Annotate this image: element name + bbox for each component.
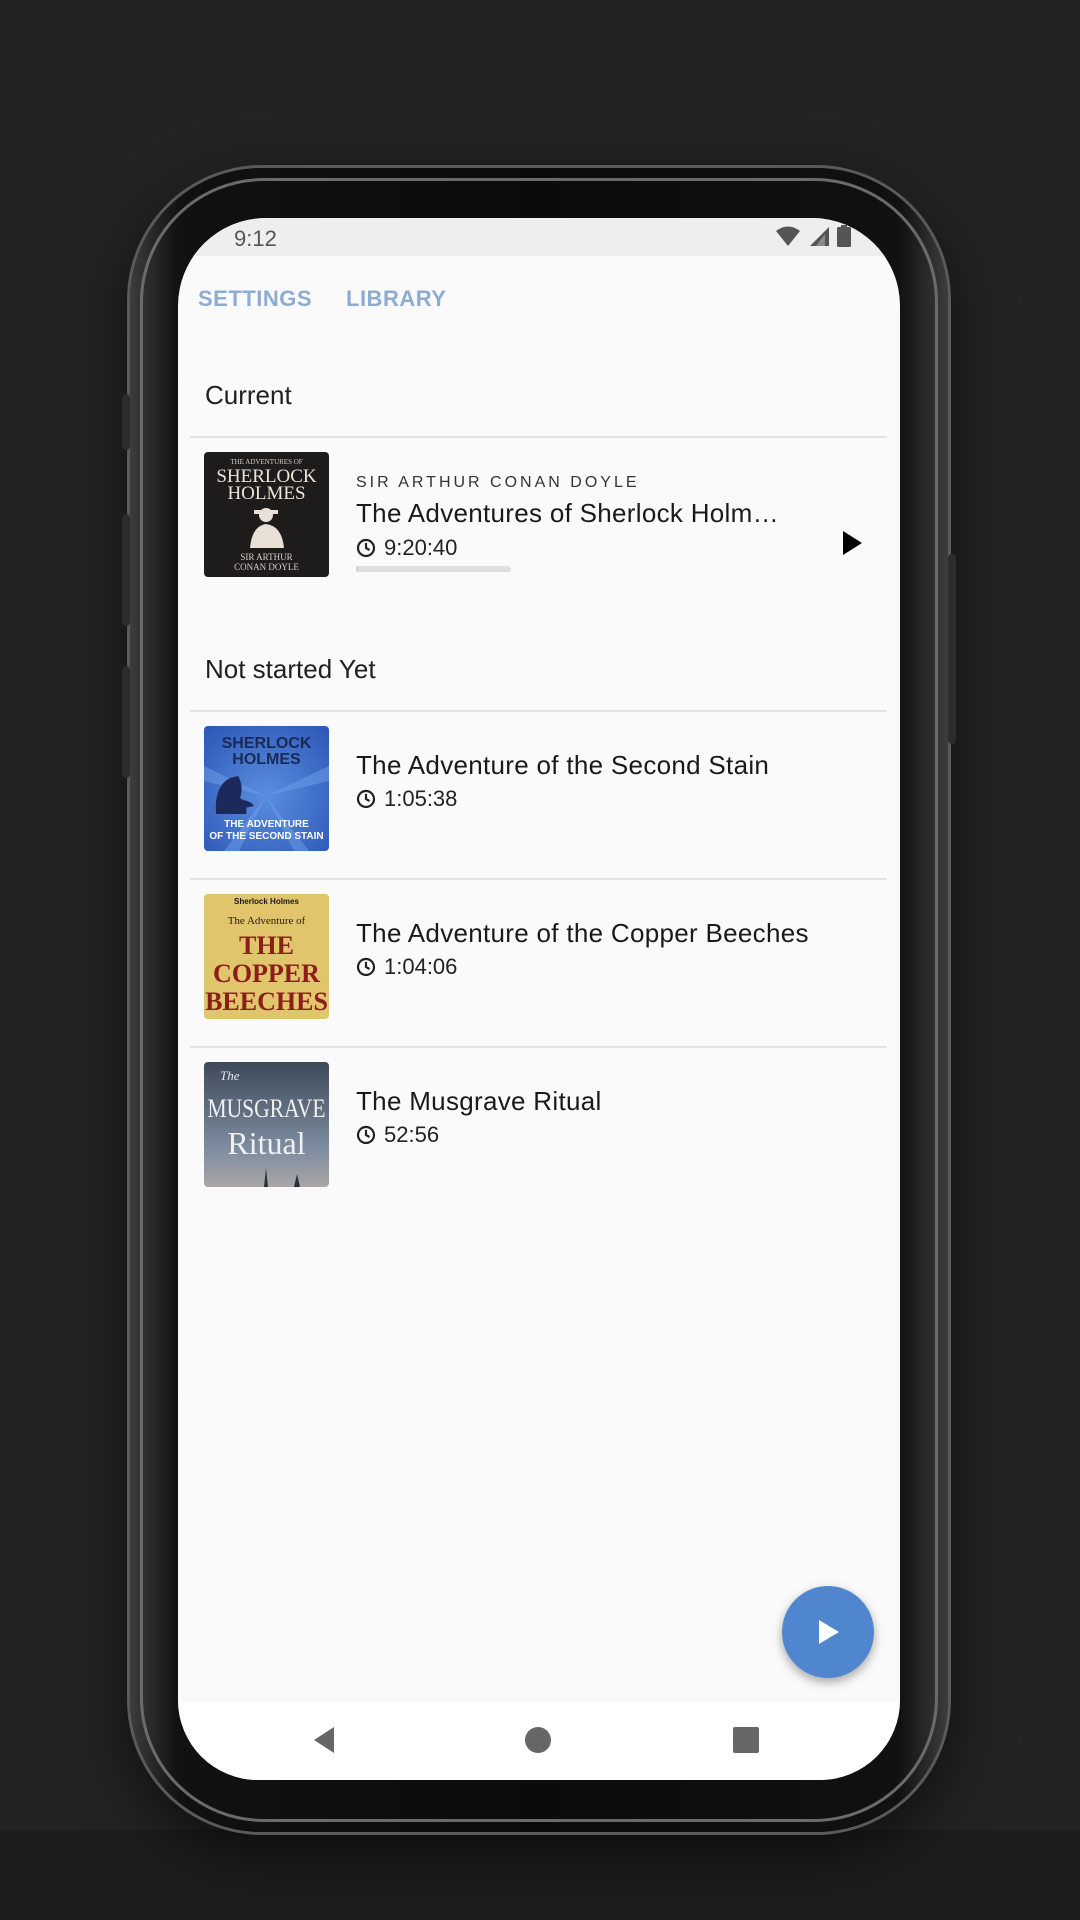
- svg-text:Ritual: Ritual: [227, 1125, 305, 1161]
- play-icon: [819, 1620, 839, 1644]
- section-title-current: Current: [205, 380, 292, 410]
- svg-text:HOLMES: HOLMES: [227, 483, 305, 504]
- page-shade: [0, 1830, 1080, 1920]
- status-time: 9:12: [234, 226, 277, 251]
- svg-text:The: The: [220, 1068, 240, 1083]
- cover-second-stain: SHERLOCK HOLMES THE ADVENTURE OF THE SEC…: [204, 726, 329, 851]
- svg-text:HOLMES: HOLMES: [232, 751, 301, 768]
- svg-text:SIR ARTHUR: SIR ARTHUR: [240, 552, 292, 562]
- svg-text:SHERLOCK: SHERLOCK: [222, 735, 312, 752]
- clock-icon: [356, 538, 376, 558]
- back-icon[interactable]: [306, 1722, 342, 1758]
- clock-icon: [356, 1125, 376, 1145]
- wifi-icon: [776, 226, 801, 246]
- section-title-not-started: Not started Yet: [205, 654, 376, 684]
- book-cover: Sherlock Holmes The Adventure of THE COP…: [204, 894, 329, 1019]
- tab-settings[interactable]: SETTINGS: [198, 286, 312, 312]
- play-fab-button[interactable]: [782, 1586, 874, 1678]
- clock-icon: [356, 957, 376, 977]
- svg-text:CONAN DOYLE: CONAN DOYLE: [234, 562, 299, 572]
- svg-text:MUSGRAVE: MUSGRAVE: [208, 1094, 326, 1123]
- book-title: The Musgrave Ritual: [356, 1086, 602, 1116]
- book-duration: 52:56: [356, 1122, 439, 1148]
- book-duration: 1:04:06: [356, 954, 457, 980]
- book-title: The Adventure of the Copper Beeches: [356, 918, 809, 948]
- svg-text:THE ADVENTURE: THE ADVENTURE: [224, 819, 309, 830]
- home-icon[interactable]: [520, 1722, 556, 1758]
- side-button-right: [948, 554, 956, 744]
- svg-text:Sherlock Holmes: Sherlock Holmes: [234, 897, 299, 906]
- side-button-left-top: [122, 394, 130, 450]
- tab-library[interactable]: LIBRARY: [346, 286, 446, 312]
- book-duration: 9:20:40: [356, 535, 457, 561]
- cover-sherlock-holmes: THE ADVENTURES OF SHERLOCK HOLMES SIR AR…: [204, 452, 329, 577]
- cover-musgrave-ritual: The MUSGRAVE Ritual: [204, 1062, 329, 1187]
- book-row[interactable]: Sherlock Holmes The Adventure of THE COP…: [178, 880, 900, 1048]
- duration-text: 1:04:06: [384, 954, 458, 979]
- play-icon[interactable]: [836, 528, 866, 558]
- book-cover: The MUSGRAVE Ritual: [204, 1062, 329, 1187]
- status-bar: 9:12: [178, 218, 900, 256]
- svg-text:COPPER: COPPER: [213, 959, 320, 988]
- phone-frame: 9:12 SETTINGS LIBRARY Current THE ADVENT…: [122, 168, 956, 1832]
- recents-icon[interactable]: [728, 1722, 764, 1758]
- progress-bar: [356, 566, 511, 572]
- book-cover: THE ADVENTURES OF SHERLOCK HOLMES SIR AR…: [204, 452, 329, 577]
- duration-text: 1:05:38: [384, 786, 458, 811]
- book-title: The Adventure of the Second Stain: [356, 750, 770, 780]
- book-author: SIR ARTHUR CONAN DOYLE: [356, 474, 640, 491]
- book-duration: 1:05:38: [356, 786, 457, 812]
- svg-text:BEECHES: BEECHES: [205, 987, 328, 1016]
- book-cover: SHERLOCK HOLMES THE ADVENTURE OF THE SEC…: [204, 726, 329, 851]
- side-button-left-bottom: [122, 666, 130, 778]
- svg-text:THE ADVENTURES OF: THE ADVENTURES OF: [230, 458, 302, 466]
- book-row[interactable]: The MUSGRAVE Ritual The Musgrave Ritual …: [178, 1048, 900, 1216]
- battery-icon: [837, 225, 851, 247]
- status-icons: [773, 225, 852, 249]
- current-book-row[interactable]: THE ADVENTURES OF SHERLOCK HOLMES SIR AR…: [178, 438, 900, 606]
- duration-text: 52:56: [384, 1122, 440, 1147]
- book-title: The Adventures of Sherlock Holm…: [356, 498, 779, 528]
- navigation-bar: [178, 1702, 900, 1780]
- cell-signal-icon: [809, 227, 829, 246]
- svg-text:THE: THE: [239, 931, 294, 960]
- side-button-left-mid: [122, 514, 130, 626]
- screen: 9:12 SETTINGS LIBRARY Current THE ADVENT…: [178, 218, 900, 1780]
- clock-icon: [356, 789, 376, 809]
- duration-text: 9:20:40: [384, 535, 458, 560]
- progress-fill: [356, 566, 360, 572]
- svg-text:The Adventure of: The Adventure of: [228, 915, 306, 927]
- book-row[interactable]: SHERLOCK HOLMES THE ADVENTURE OF THE SEC…: [178, 712, 900, 880]
- cover-copper-beeches: Sherlock Holmes The Adventure of THE COP…: [204, 894, 329, 1019]
- svg-text:OF THE SECOND STAIN: OF THE SECOND STAIN: [209, 831, 323, 842]
